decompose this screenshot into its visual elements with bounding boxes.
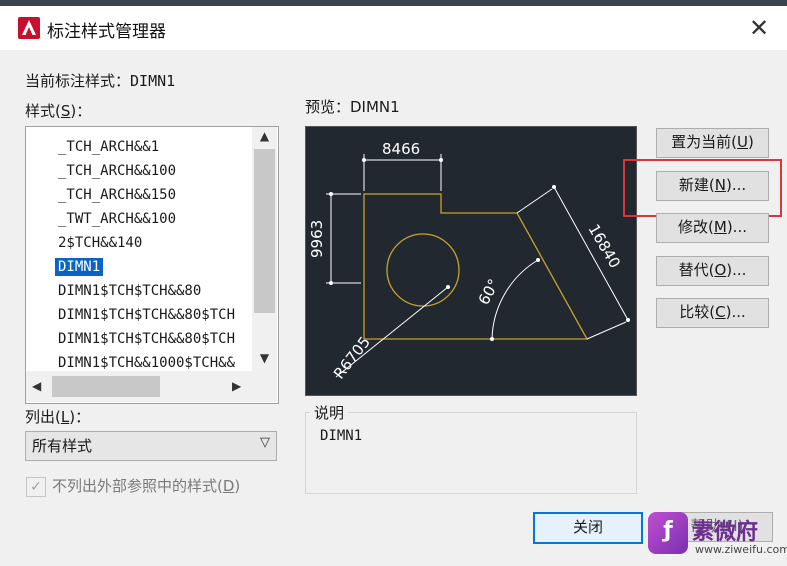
autocad-app-icon xyxy=(18,17,40,39)
style-listbox[interactable]: _TCH_ARCH&&1 _TCH_ARCH&&100 _TCH_ARCH&&150… xyxy=(25,126,279,404)
vertical-scrollbar[interactable]: ▲ ▼ xyxy=(252,127,277,371)
style-list-item-label: _TWT_ARCH&&100 xyxy=(58,211,177,227)
style-list-item-label: DIMN1$TCH&&1000$TCH&& xyxy=(58,355,236,371)
dim-right-text: 16840 xyxy=(585,221,624,271)
style-list-item[interactable]: _TCH_ARCH&&100 xyxy=(58,159,176,183)
scroll-right-icon[interactable]: ▶ xyxy=(232,379,241,393)
override-button[interactable]: 替代(O)... xyxy=(656,256,769,286)
close-button[interactable]: 关闭 xyxy=(533,512,643,544)
style-list-item[interactable]: DIMN1$TCH&&1000$TCH&& xyxy=(58,351,235,371)
style-list-item-label: DIMN1$TCH$TCH&&80 xyxy=(58,283,202,299)
scroll-left-icon[interactable]: ◀ xyxy=(32,379,41,393)
dim-left-text: 9963 xyxy=(308,220,326,258)
exclude-xref-label: 不列出外部参照中的样式(D) xyxy=(52,477,241,495)
dim-angle-text: 60° xyxy=(475,276,503,308)
horizontal-scroll-thumb[interactable] xyxy=(52,376,160,397)
set-current-button[interactable]: 置为当前(U) xyxy=(656,128,769,158)
dimension-style-manager-dialog: 标注样式管理器 ✕ 当前标注样式：DIMN1 样式(S)： _TCH_ARCH&… xyxy=(0,6,787,566)
dim-radius-text: R6705 xyxy=(330,333,374,382)
current-style-row: 当前标注样式：DIMN1 xyxy=(25,70,175,91)
style-list-item-label: DIMN1 xyxy=(53,257,105,277)
style-preview-panel: 8466 9963 16840 60° R6705 xyxy=(305,126,637,396)
list-filter-label: 列出(L)： xyxy=(25,408,91,426)
scroll-down-icon[interactable]: ▼ xyxy=(252,351,277,365)
list-filter-dropdown[interactable]: 所有样式 ▽ xyxy=(25,431,277,461)
description-text: DIMN1 xyxy=(320,428,363,444)
style-list-item-label: DIMN1$TCH$TCH&&80$TCH xyxy=(58,331,236,347)
preview-dim-ticks xyxy=(329,158,630,341)
preview-geometry xyxy=(363,193,589,340)
style-list-item[interactable]: _TCH_ARCH&&150 xyxy=(58,183,176,207)
list-filter-value: 所有样式 xyxy=(32,437,93,455)
preview-label: 预览：DIMN1 xyxy=(305,98,400,116)
style-list-item-label: _TCH_ARCH&&100 xyxy=(58,163,177,179)
title-bar: 标注样式管理器 ✕ xyxy=(0,6,787,50)
preview-drawing: 8466 9963 16840 60° R6705 xyxy=(308,140,630,382)
chevron-down-icon: ▽ xyxy=(260,435,270,450)
exclude-xref-checkbox[interactable]: ✓ xyxy=(26,477,46,497)
style-list-item[interactable]: _TWT_ARCH&&100 xyxy=(58,207,176,231)
vertical-scroll-thumb[interactable] xyxy=(254,149,275,313)
description-title: 说明 xyxy=(310,402,349,423)
dim-top-text: 8466 xyxy=(382,140,420,158)
new-button-highlight xyxy=(623,159,782,217)
watermark-site-url: www.ziweifu.com xyxy=(695,543,787,556)
window-title: 标注样式管理器 xyxy=(47,22,166,42)
styles-label: 样式(S)： xyxy=(25,102,92,120)
style-list-item-label: _TCH_ARCH&&150 xyxy=(58,187,177,203)
modify-button[interactable]: 修改(M)... xyxy=(656,213,769,243)
style-list-item-label: 2$TCH&&140 xyxy=(58,235,143,251)
horizontal-scrollbar[interactable]: ◀ ▶ xyxy=(26,371,277,402)
style-list-item-label: _TCH_ARCH&&1 xyxy=(58,139,160,155)
style-list-item[interactable]: DIMN1$TCH$TCH&&80$TCH xyxy=(58,327,235,351)
style-list-item[interactable]: DIMN1$TCH$TCH&&80 xyxy=(58,279,201,303)
current-style-value: DIMN1 xyxy=(130,72,176,90)
style-list-item[interactable]: 2$TCH&&140 xyxy=(58,231,142,255)
watermark-site-name: 素微府 xyxy=(692,520,759,545)
style-list-item[interactable]: DIMN1$TCH$TCH&&80$TCH xyxy=(58,303,235,327)
style-list-item-selected[interactable]: DIMN1 xyxy=(53,255,105,279)
watermark-logo-icon: ƒ xyxy=(648,512,688,554)
current-style-label: 当前标注样式： xyxy=(25,72,131,90)
scroll-up-icon[interactable]: ▲ xyxy=(252,129,277,143)
style-list-item-label: DIMN1$TCH$TCH&&80$TCH xyxy=(58,307,236,323)
close-icon[interactable]: ✕ xyxy=(745,14,773,42)
style-list-item[interactable]: _TCH_ARCH&&1 xyxy=(58,135,159,159)
style-list-items: _TCH_ARCH&&1 _TCH_ARCH&&100 _TCH_ARCH&&150… xyxy=(26,127,252,371)
description-group xyxy=(305,412,637,494)
compare-button[interactable]: 比较(C)... xyxy=(656,298,769,328)
